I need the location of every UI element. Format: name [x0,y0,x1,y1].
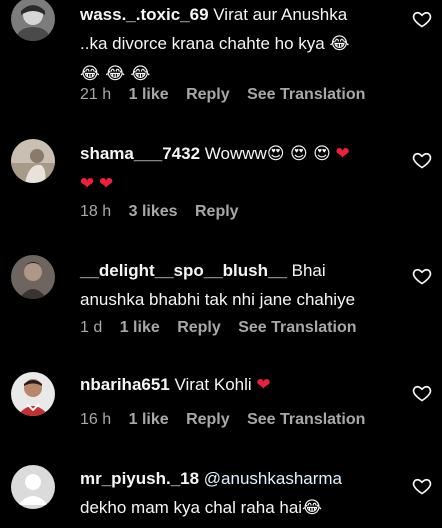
comment-username[interactable]: shama___7432 [80,144,200,163]
likes-count[interactable]: 1 like [120,319,160,336]
red-heart-emoji: ❤ [256,375,271,395]
red-heart-emoji: ❤ [98,174,114,194]
avatar[interactable] [11,465,55,509]
likes-count[interactable]: 1 like [129,86,169,103]
reply-button[interactable]: Reply [177,319,221,336]
laughing-emoji: 😂 [329,34,350,54]
comment-time: 21 h [80,86,112,103]
heart-eyes-emoji: 😍 😍 😍 [266,144,331,164]
see-translation-button[interactable]: See Translation [238,319,356,336]
like-heart-icon[interactable] [412,266,432,286]
comment-text: shama___7432 Wowww😍 😍 😍 ❤ ❤ ❤ [80,139,400,199]
avatar[interactable] [11,255,55,299]
reply-button[interactable]: Reply [195,203,239,220]
comment-meta: 16 h 1 like Reply See Translation [80,411,378,429]
comment-body-line2: dekho mam kya chal raha hai [80,498,303,517]
comment-body-line2: ..ka divorce krana chahte ho kya [80,34,325,53]
comment-text: wass._.toxic_69 Virat aur Anushka ..ka d… [80,0,400,89]
laughing-emoji: 😂 [302,498,322,518]
red-heart-emoji: ❤ [335,144,350,164]
reply-button[interactable]: Reply [186,86,230,103]
comment-time: 16 h [80,411,112,428]
comment-meta: 18 h 3 likes Reply [80,203,252,221]
comment-body: Wowww [204,144,267,163]
comment-body: Virat aur Anushka [213,5,348,24]
comment-username[interactable]: nbariha651 [80,375,170,394]
like-heart-icon[interactable] [412,9,432,29]
like-heart-icon[interactable] [412,476,432,496]
comment-username[interactable]: wass._.toxic_69 [80,5,209,24]
comment-body: Virat Kohli [174,375,252,394]
like-heart-icon[interactable] [412,150,432,170]
comment-text: nbariha651 Virat Kohli ❤ [80,370,400,400]
comment-meta: 1 d 1 like Reply See Translation [80,319,369,337]
likes-count[interactable]: 3 likes [129,203,178,220]
avatar[interactable] [11,139,55,183]
see-translation-button[interactable]: See Translation [247,86,365,103]
reply-button[interactable]: Reply [186,411,230,428]
laughing-emoji-row: 😂 😂 😂 [80,64,151,84]
see-translation-button[interactable]: See Translation [247,411,365,428]
comment-time: 1 d [80,319,103,336]
comment-meta: 21 h 1 like Reply See Translation [80,86,378,104]
comment-text: mr_piyush._18 @anushkasharma dekho mam k… [80,464,400,523]
comment-username[interactable]: mr_piyush._18 [80,469,199,488]
comment-username[interactable]: __delight__spo__blush__ [80,261,287,280]
likes-count[interactable]: 1 like [129,411,169,428]
comment-text: __delight__spo__blush__ Bhai anushka bha… [80,256,400,314]
comment-body-line2: anushka bhabhi tak nhi jane chahiye [80,290,356,309]
red-heart-emoji: ❤ [80,174,95,194]
avatar[interactable] [11,0,55,41]
mention-link[interactable]: @anushkasharma [204,469,342,488]
comment-body: Bhai [291,261,326,280]
avatar[interactable] [11,372,55,416]
like-heart-icon[interactable] [412,383,432,403]
comment-time: 18 h [80,203,112,220]
